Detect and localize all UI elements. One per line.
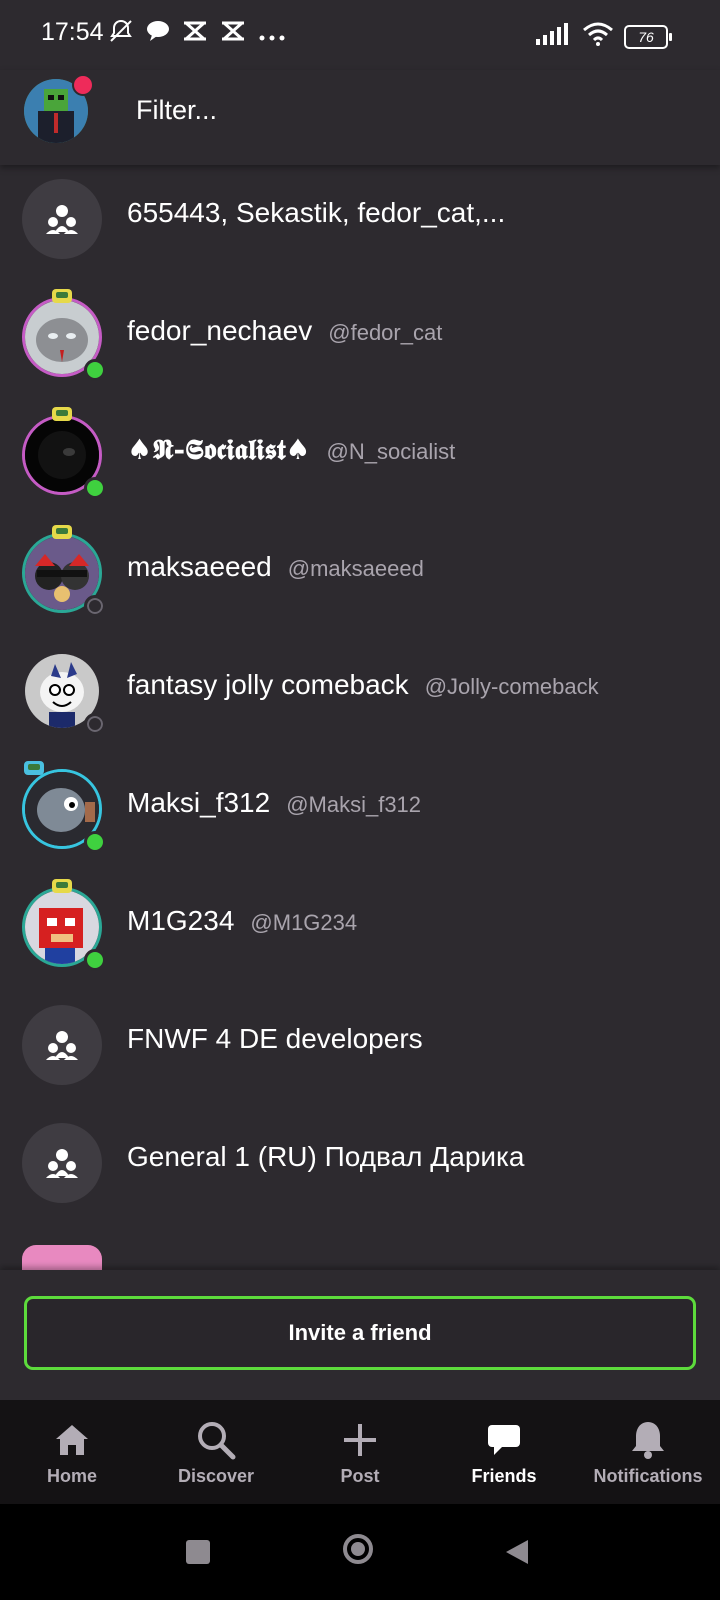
bottom-nav: Home Discover Post Friends Notifications (0, 1400, 720, 1504)
display-name: Maksi_f312 (127, 787, 271, 818)
chat-icon (486, 1418, 522, 1462)
group-icon (22, 1005, 102, 1085)
display-name: fantasy jolly comeback (127, 669, 409, 700)
list-item-user[interactable]: fantasy jolly comeback @Jolly-comeback (0, 627, 720, 747)
notification-dot (72, 74, 94, 96)
crown-icon (52, 407, 72, 421)
offline-status-dot (84, 713, 106, 735)
filter-input[interactable] (136, 90, 676, 130)
online-status-dot (84, 477, 106, 499)
username: @N_socialist (326, 439, 456, 464)
wifi-icon (582, 22, 614, 51)
list-item-user[interactable]: fedor_nechaev @fedor_cat (0, 273, 720, 393)
nav-discover[interactable]: Discover (144, 1400, 288, 1504)
nav-friends[interactable]: Friends (432, 1400, 576, 1504)
status-time: 17:54 (41, 18, 104, 46)
search-icon (196, 1418, 236, 1462)
system-navigation-bar (0, 1504, 720, 1600)
list-item-group[interactable]: 655443, Sekastik, fedor_cat,... (0, 155, 720, 275)
offline-status-dot (84, 595, 106, 617)
back-button[interactable] (506, 1540, 528, 1564)
online-status-dot (84, 949, 106, 971)
bell-icon (630, 1418, 666, 1462)
nav-post[interactable]: Post (288, 1400, 432, 1504)
nav-label: Friends (471, 1466, 537, 1486)
display-name: maksaeeed (127, 551, 272, 582)
friends-header (0, 70, 720, 165)
invite-friend-button[interactable]: Invite a friend (24, 1296, 696, 1370)
more-dots-icon (258, 21, 286, 49)
chat-name: General 1 (RU) Подвал Дарика (127, 1141, 525, 1172)
home-icon (54, 1418, 90, 1462)
capcut-icon (220, 20, 246, 49)
username: @Maksi_f312 (286, 792, 422, 817)
group-icon (22, 1123, 102, 1203)
recents-button[interactable] (186, 1540, 210, 1564)
list-item-group[interactable]: General 1 (RU) Подвал Дарика (0, 1099, 720, 1219)
chat-name: FNWF 4 DE developers (127, 1023, 423, 1054)
display-name: fedor_nechaev (127, 315, 313, 346)
chat-name: 655443, Sekastik, fedor_cat,... (127, 197, 506, 228)
chat-bubble-icon (146, 20, 170, 49)
list-item-user[interactable]: maksaeeed @maksaeeed (0, 509, 720, 629)
crown-icon (52, 879, 72, 893)
status-system-icons: 76 (536, 22, 672, 51)
crown-icon (52, 289, 72, 303)
invite-area: Invite a friend (0, 1270, 720, 1400)
crown-icon (52, 525, 72, 539)
battery-icon: 76 (624, 24, 672, 49)
signal-icon (536, 23, 572, 50)
username: @fedor_cat (328, 320, 443, 345)
partial-avatar (22, 1245, 102, 1270)
nav-label: Home (46, 1466, 97, 1486)
nav-label: Discover (177, 1466, 255, 1486)
list-item-group[interactable]: FNWF 4 DE developers (0, 981, 720, 1101)
username: @Jolly-comeback (424, 674, 599, 699)
friends-list: 655443, Sekastik, fedor_cat,... fedor_ne… (0, 155, 720, 1270)
group-icon (22, 179, 102, 259)
nav-label: Post (340, 1466, 380, 1486)
nav-notifications[interactable]: Notifications (576, 1400, 720, 1504)
list-item-user[interactable]: ♠𝕹-𝕾𝖔𝖈𝖎𝖆𝖑𝖎𝖘𝖙♠ @N_socialist (0, 391, 720, 511)
username: @M1G234 (250, 910, 358, 935)
plus-icon (342, 1418, 378, 1462)
nav-home[interactable]: Home (0, 1400, 144, 1504)
list-item-user[interactable]: M1G234 @M1G234 (0, 863, 720, 983)
badge-icon (24, 761, 44, 775)
status-notification-icons (108, 18, 286, 51)
nav-label: Notifications (593, 1466, 703, 1486)
display-name: M1G234 (127, 905, 235, 936)
capcut-icon (182, 20, 208, 49)
status-bar: 17:54 76 (0, 0, 720, 70)
home-button[interactable] (343, 1534, 373, 1564)
list-item-user[interactable]: Maksi_f312 @Maksi_f312 (0, 745, 720, 865)
display-name: ♠𝕹-𝕾𝖔𝖈𝖎𝖆𝖑𝖎𝖘𝖙♠ (127, 433, 311, 466)
online-status-dot (84, 359, 106, 381)
bell-off-icon (108, 18, 134, 51)
username: @maksaeeed (287, 556, 424, 581)
online-status-dot (84, 831, 106, 853)
